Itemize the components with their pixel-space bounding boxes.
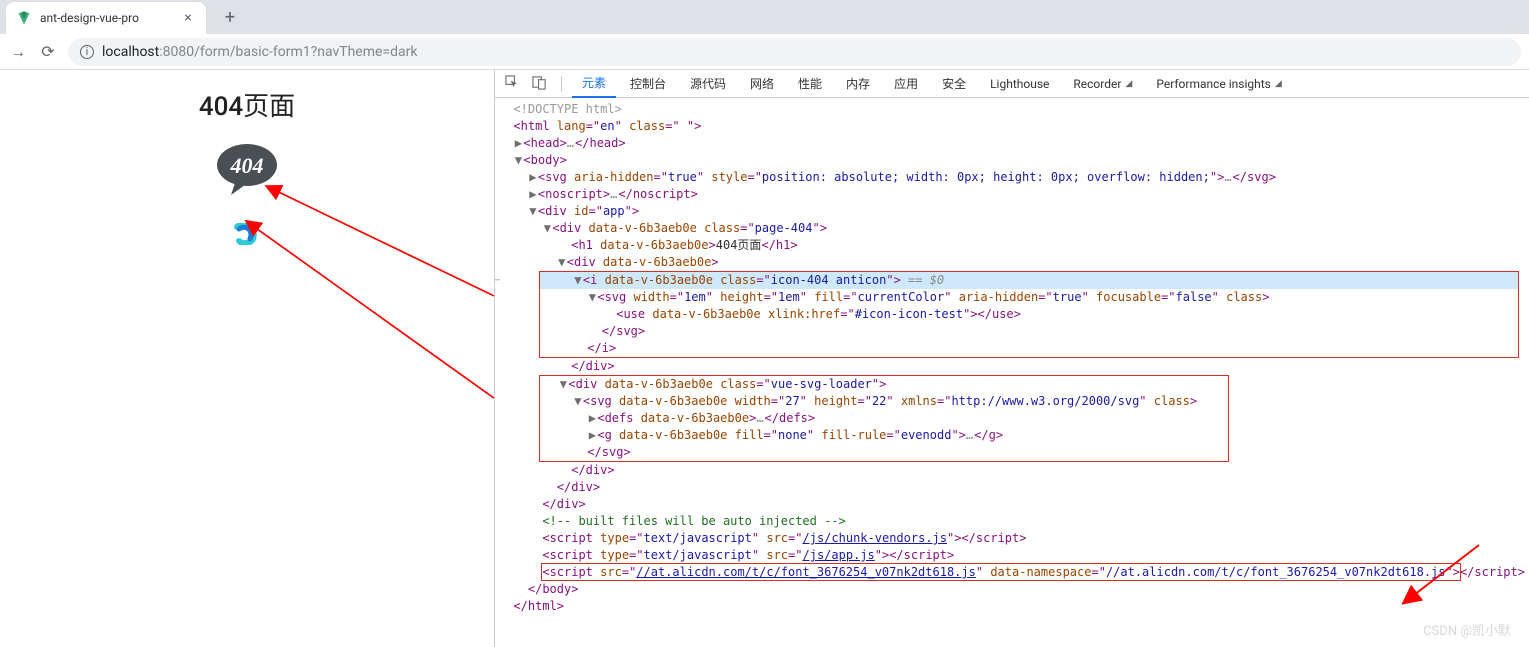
- url-text: localhost:8080/form/basic-form1?navTheme…: [102, 44, 417, 60]
- tab-performance[interactable]: 性能: [788, 70, 832, 98]
- devtools-tabs: 元素 控制台 源代码 网络 性能 内存 应用 安全 Lighthouse Rec…: [495, 70, 1529, 98]
- page-content: 404页面 404: [0, 70, 494, 647]
- page-title: 404页面: [0, 86, 494, 123]
- new-tab-button[interactable]: +: [216, 7, 244, 28]
- tab-console[interactable]: 控制台: [620, 70, 676, 98]
- tab-bar: ant-design-vue-pro × +: [0, 0, 1529, 34]
- tab-favicon: [16, 10, 32, 26]
- tab-memory[interactable]: 内存: [836, 70, 880, 98]
- tab-perf-insights[interactable]: Performance insights ◢: [1146, 70, 1291, 98]
- elements-tree[interactable]: <!DOCTYPE html> <html lang="en" class=" …: [495, 98, 1529, 647]
- devtools-panel: 元素 控制台 源代码 网络 性能 内存 应用 安全 Lighthouse Rec…: [494, 70, 1529, 647]
- nav-bar: → ⟳ i localhost:8080/form/basic-form1?na…: [0, 34, 1529, 70]
- device-toggle-icon[interactable]: [528, 75, 551, 93]
- preview-badge-icon: ◢: [1275, 79, 1282, 89]
- browser-tab[interactable]: ant-design-vue-pro ×: [6, 2, 206, 34]
- icon-404: 404: [215, 143, 279, 203]
- doctype-node: <!DOCTYPE html>: [513, 102, 621, 116]
- url-bar[interactable]: i localhost:8080/form/basic-form1?navThe…: [68, 38, 1521, 66]
- tab-sources[interactable]: 源代码: [680, 70, 736, 98]
- inspect-icon[interactable]: [501, 75, 524, 93]
- tab-network[interactable]: 网络: [740, 70, 784, 98]
- comment-node: <!-- built files will be auto injected -…: [542, 514, 845, 528]
- tab-lighthouse[interactable]: Lighthouse: [980, 70, 1059, 98]
- watermark: CSDN @凯小默: [1423, 620, 1511, 639]
- vue-svg-loader-icon: [0, 223, 494, 249]
- tab-recorder[interactable]: Recorder ◢: [1063, 70, 1142, 98]
- tab-security[interactable]: 安全: [932, 70, 976, 98]
- preview-badge-icon: ◢: [1125, 79, 1132, 89]
- svg-text:404: 404: [229, 153, 263, 178]
- nav-forward-icon[interactable]: →: [8, 42, 28, 62]
- tab-application[interactable]: 应用: [884, 70, 928, 98]
- tab-title: ant-design-vue-pro: [40, 11, 172, 25]
- site-info-icon[interactable]: i: [80, 45, 94, 59]
- tab-close-icon[interactable]: ×: [180, 10, 196, 26]
- nav-reload-icon[interactable]: ⟳: [38, 42, 58, 61]
- tab-elements[interactable]: 元素: [572, 70, 616, 98]
